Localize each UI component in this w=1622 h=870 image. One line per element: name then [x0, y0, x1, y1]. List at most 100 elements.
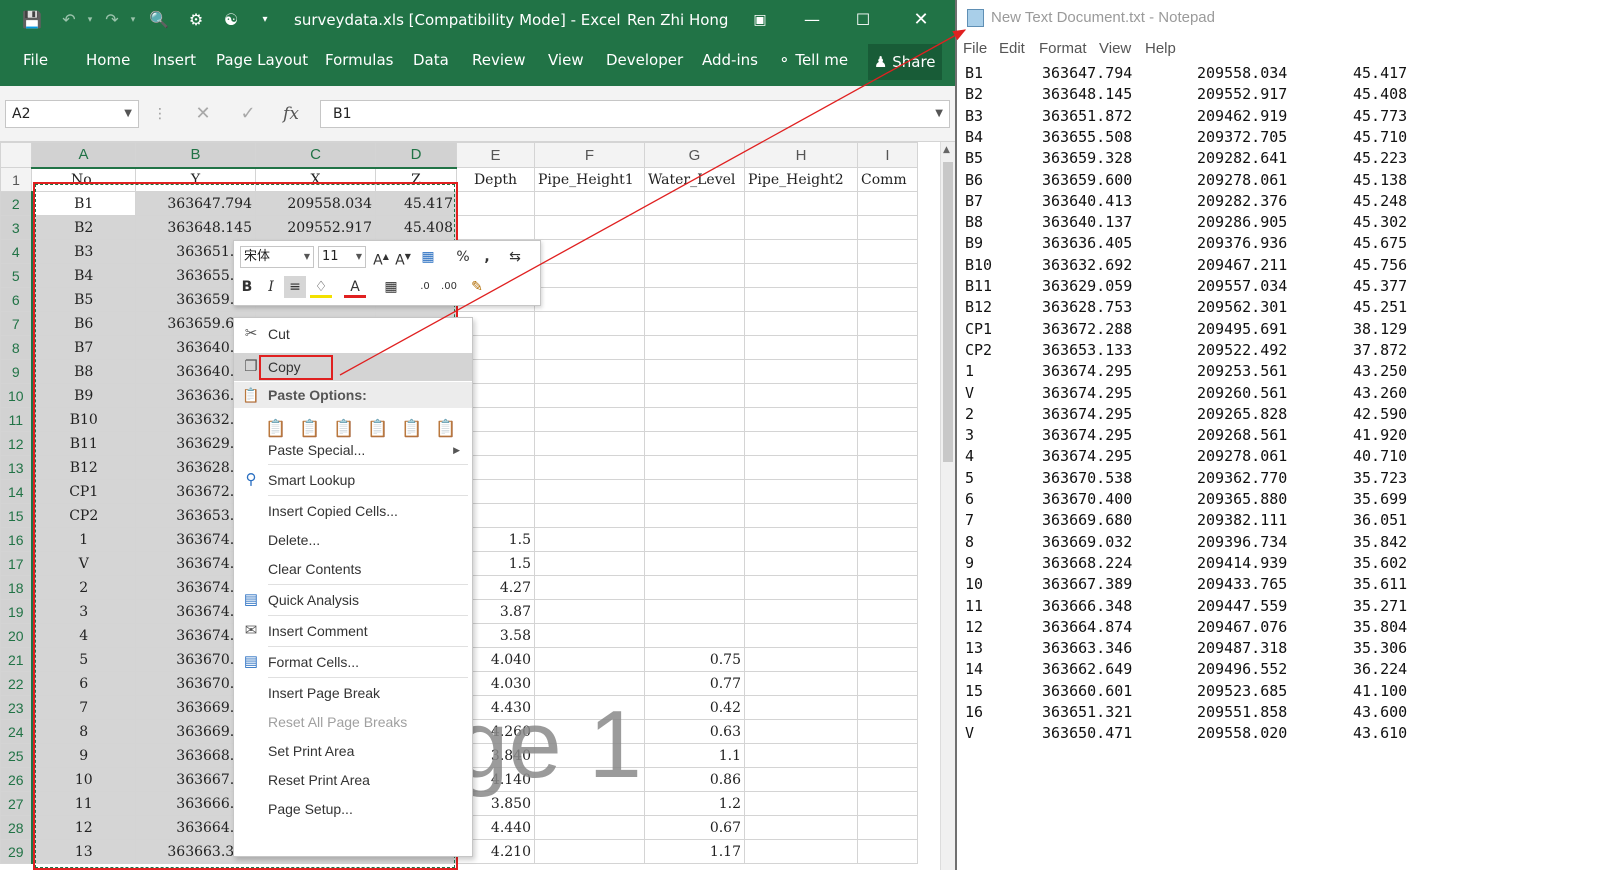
- insert-function-icon[interactable]: fx: [278, 100, 304, 128]
- cell[interactable]: 1: [31, 527, 136, 552]
- cell[interactable]: [857, 191, 918, 216]
- user-name[interactable]: Ren Zhi Hong: [627, 11, 728, 29]
- menu-item-insert-copied-cells[interactable]: Insert Copied Cells...: [234, 497, 472, 525]
- redo-dropdown-icon[interactable]: ▾: [122, 10, 144, 30]
- cell[interactable]: [534, 527, 645, 552]
- cell[interactable]: [857, 527, 918, 552]
- menu-item-insert-comment[interactable]: ✉ Insert Comment: [234, 617, 472, 645]
- cell[interactable]: [857, 335, 918, 360]
- column-header-d[interactable]: D: [375, 142, 457, 169]
- row-header[interactable]: 17: [0, 551, 33, 576]
- cell[interactable]: [744, 239, 858, 264]
- menu-item-page-setup[interactable]: Page Setup...: [234, 795, 472, 823]
- minimize-icon[interactable]: —: [797, 6, 827, 34]
- cell[interactable]: [456, 215, 535, 240]
- sync-icon[interactable]: ⚙: [185, 10, 207, 30]
- menu-item-reset-print-area[interactable]: Reset Print Area: [234, 766, 472, 794]
- row-header[interactable]: 9: [0, 359, 33, 384]
- row-header[interactable]: 6: [0, 287, 33, 312]
- cell[interactable]: 209552.917: [255, 215, 376, 240]
- bold-icon[interactable]: B: [236, 276, 258, 298]
- tab-developer[interactable]: Developer: [606, 51, 683, 69]
- cell[interactable]: [857, 839, 918, 864]
- column-header-a[interactable]: A: [31, 142, 136, 169]
- cell[interactable]: [744, 287, 858, 312]
- cell[interactable]: 8: [31, 719, 136, 744]
- percent-style-icon[interactable]: %: [452, 246, 474, 268]
- cell[interactable]: 363648.145: [135, 215, 256, 240]
- row-header[interactable]: 20: [0, 623, 33, 648]
- italic-icon[interactable]: I: [260, 276, 282, 298]
- column-header-f[interactable]: F: [534, 142, 645, 168]
- menu-file[interactable]: File: [963, 40, 987, 57]
- row-header[interactable]: 11: [0, 407, 33, 432]
- column-header-g[interactable]: G: [644, 142, 745, 168]
- notepad-text-area[interactable]: B1 363647.794 209558.034 45.417 B2 363648.145…: [965, 64, 1615, 864]
- row-header[interactable]: 29: [0, 839, 33, 864]
- cell[interactable]: B8: [31, 359, 136, 384]
- cell[interactable]: 0.42: [644, 695, 745, 720]
- cell[interactable]: B1: [31, 191, 136, 216]
- enter-formula-icon[interactable]: ✓: [235, 100, 261, 128]
- cell[interactable]: [534, 695, 645, 720]
- row-header[interactable]: 1: [0, 167, 32, 192]
- tree-icon[interactable]: ☯: [220, 10, 242, 30]
- cell[interactable]: [744, 527, 858, 552]
- menu-item-set-print-area[interactable]: Set Print Area: [234, 737, 472, 765]
- cell[interactable]: [744, 503, 858, 528]
- cell[interactable]: [534, 599, 645, 624]
- cell[interactable]: 1.1: [644, 743, 745, 768]
- row-header[interactable]: 8: [0, 335, 33, 360]
- column-header-h[interactable]: H: [744, 142, 858, 168]
- cell[interactable]: [534, 335, 645, 360]
- cell[interactable]: [534, 191, 645, 216]
- tab-add-ins[interactable]: Add-ins: [702, 51, 758, 69]
- cell[interactable]: [857, 503, 918, 528]
- cell[interactable]: [857, 743, 918, 768]
- row-header[interactable]: 24: [0, 719, 33, 744]
- cell[interactable]: 6: [31, 671, 136, 696]
- tab-review[interactable]: Review: [472, 51, 526, 69]
- vertical-scrollbar[interactable]: ▲: [940, 142, 955, 870]
- cell[interactable]: [857, 239, 918, 264]
- cell[interactable]: [644, 287, 745, 312]
- cell[interactable]: CP1: [31, 479, 136, 504]
- cell[interactable]: [744, 311, 858, 336]
- cancel-formula-icon[interactable]: ✕: [190, 100, 216, 128]
- cell[interactable]: [534, 215, 645, 240]
- tell-me-search[interactable]: ⚬ Tell me: [778, 51, 848, 69]
- cell[interactable]: [644, 311, 745, 336]
- cell[interactable]: [644, 335, 745, 360]
- row-header[interactable]: 28: [0, 815, 33, 840]
- cell[interactable]: 363647.794: [135, 191, 256, 216]
- cell[interactable]: B11: [31, 431, 136, 456]
- cell[interactable]: [644, 455, 745, 480]
- align-center-icon[interactable]: ≡: [284, 276, 306, 298]
- menu-view[interactable]: View: [1099, 40, 1131, 57]
- row-header[interactable]: 3: [0, 215, 33, 240]
- cell[interactable]: V: [31, 551, 136, 576]
- column-header-b[interactable]: B: [135, 142, 256, 169]
- customize-qat-icon[interactable]: ▾: [254, 10, 276, 30]
- cell[interactable]: 0.77: [644, 671, 745, 696]
- tab-insert[interactable]: Insert: [153, 51, 196, 69]
- row-header[interactable]: 18: [0, 575, 33, 600]
- formula-input[interactable]: B1 ▼: [320, 100, 950, 128]
- cell[interactable]: [534, 647, 645, 672]
- merge-center-icon[interactable]: ⇆: [504, 246, 526, 268]
- cell[interactable]: B3: [31, 239, 136, 264]
- menu-format[interactable]: Format: [1039, 40, 1087, 57]
- menu-item-quick-analysis[interactable]: ▤ Quick Analysis: [234, 586, 472, 614]
- row-header[interactable]: 13: [0, 455, 33, 480]
- cell[interactable]: [744, 695, 858, 720]
- maximize-icon[interactable]: ☐: [848, 6, 878, 34]
- share-button[interactable]: ♟ Share: [868, 44, 942, 80]
- row-header[interactable]: 12: [0, 431, 33, 456]
- tab-file[interactable]: File: [23, 51, 48, 69]
- cell[interactable]: X: [255, 167, 376, 192]
- expand-formula-icon[interactable]: ▼: [935, 101, 943, 127]
- tab-data[interactable]: Data: [413, 51, 449, 69]
- cell[interactable]: [644, 575, 745, 600]
- cell[interactable]: [644, 239, 745, 264]
- cell[interactable]: [644, 623, 745, 648]
